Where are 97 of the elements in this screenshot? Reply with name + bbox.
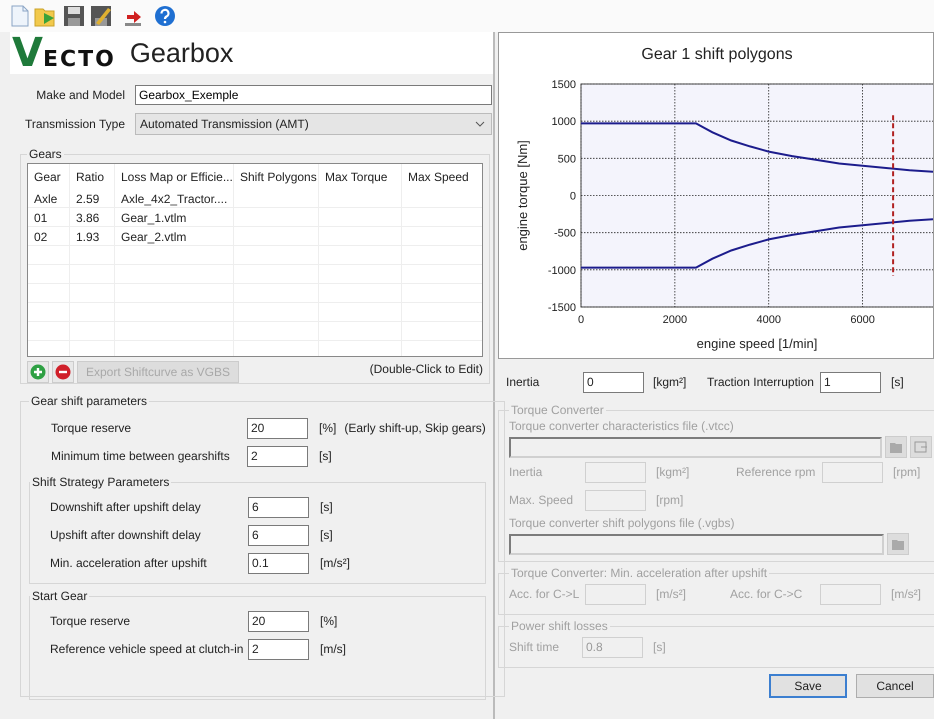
y-axis-label: engine torque [Nm] [515, 140, 530, 251]
group-title: Gears [28, 147, 63, 161]
transmission-type-dropdown[interactable]: Automated Transmission (AMT) [135, 113, 492, 135]
unit-label: [%] [320, 614, 338, 628]
field-label: Min. acceleration after upshift [50, 556, 208, 570]
group-title: Torque Converter: Min. acceleration after upshift [510, 566, 768, 580]
field-label: Inertia [506, 375, 540, 389]
table-cell: 02 [28, 227, 70, 245]
table-cell: 1.93 [70, 227, 115, 245]
table-cell: Axle_4x2_Tractor.... [115, 189, 234, 207]
hint-text: (Double-Click to Edit) [370, 362, 483, 376]
number-field[interactable]: 0.1 [248, 552, 309, 574]
add-button[interactable] [27, 361, 49, 383]
traction-interruption-field[interactable]: 1 [820, 372, 881, 392]
number-field[interactable]: 6 [248, 496, 309, 518]
table-cell: 3.86 [70, 208, 115, 226]
chart-title: Gear 1 shift polygons [641, 46, 793, 63]
field-label: Upshift after downshift delay [50, 528, 202, 542]
field-label: Minimum time between gearshifts [51, 449, 231, 463]
window-icon [914, 441, 928, 453]
chevron-down-icon [475, 121, 485, 127]
field-label: Shift time [509, 640, 560, 654]
table-cell: Axle [28, 189, 70, 207]
unit-label: [kgm²] [653, 375, 688, 389]
make-and-model-field[interactable]: Gearbox_Exemple [135, 85, 492, 105]
field-label: Transmission Type [24, 117, 126, 131]
help-button[interactable] [153, 4, 177, 28]
unit-label: [s] [320, 500, 333, 514]
unit-label: [s] [319, 449, 332, 463]
field-label: Max. Speed [509, 493, 574, 507]
column-header[interactable]: Loss Map or Efficie... [115, 164, 234, 189]
axis-tick-label: 0 [578, 314, 584, 326]
unit-label: [rpm] [656, 493, 684, 507]
new-file-button[interactable] [10, 4, 30, 28]
column-header[interactable]: Shift Polygons [234, 164, 319, 189]
table-cell: 2.59 [70, 189, 115, 207]
field-label: Make and Model [35, 88, 126, 102]
field-label: Acc. for C->L [509, 587, 580, 601]
number-field[interactable]: 6 [248, 524, 309, 546]
axis-tick-label: -500 [554, 228, 576, 240]
cancel-button[interactable]: Cancel [856, 674, 934, 698]
unit-label: [kgm²] [656, 465, 690, 479]
column-header[interactable]: Max Torque [319, 164, 402, 189]
table-cell: Gear_1.vtlm [115, 208, 234, 226]
number-field[interactable]: 2 [247, 446, 308, 466]
field-label: Torque converter shift polygons file (.vgbs) [509, 516, 736, 530]
number-field[interactable]: 2 [248, 638, 309, 660]
x-axis-label: engine speed [1/min] [696, 336, 818, 351]
field-label: Torque reserve [51, 421, 132, 435]
number-field[interactable]: 20 [248, 610, 309, 632]
group-title: Torque Converter [510, 403, 605, 417]
axis-tick-label: 1500 [552, 79, 576, 91]
column-header[interactable]: Max Speed [402, 164, 482, 189]
unit-label: [m/s²] [891, 587, 922, 601]
vecto-logo: VECTO [11, 34, 116, 72]
axis-tick-label: 500 [558, 153, 576, 166]
number-field[interactable]: 20 [247, 418, 308, 438]
group-title: Shift Strategy Parameters [31, 475, 170, 489]
group-title: Gear shift parameters [30, 394, 148, 408]
unit-label: [s] [653, 640, 667, 654]
axis-tick-label: -1000 [548, 264, 576, 277]
save-button[interactable] [62, 4, 86, 28]
axis-tick-label: -1500 [548, 302, 576, 314]
axis-tick-label: 6000 [850, 314, 875, 326]
group-title: Power shift losses [510, 619, 609, 633]
table-cell: 01 [28, 208, 70, 226]
inertia-field[interactable]: 0 [583, 372, 644, 392]
save-as-button[interactable] [89, 4, 113, 28]
note-text: (Early shift-up, Skip gears) [344, 421, 486, 435]
unit-label: [m/s²] [656, 587, 687, 601]
field-label: Acc. for C->C [730, 587, 804, 601]
axis-tick-label: 1000 [552, 116, 576, 128]
window-title: Gearbox [130, 38, 234, 68]
remove-button[interactable] [52, 361, 74, 383]
axis-tick-label: 2000 [662, 314, 688, 326]
column-header[interactable]: Ratio [70, 164, 115, 189]
field-label: Reference rpm [736, 465, 816, 479]
axis-tick-label: 4000 [756, 314, 781, 326]
unit-label: [m/s] [320, 642, 346, 656]
unit-label: [%] [319, 421, 336, 435]
field-label: Torque converter characteristics file (.vtcc) [509, 419, 735, 433]
save-button[interactable]: Save [769, 674, 847, 698]
field-label: Inertia [509, 465, 544, 479]
group-title: Start Gear [31, 589, 88, 603]
unit-label: [s] [891, 375, 904, 389]
folder-icon [889, 440, 903, 454]
unit-label: [s] [320, 528, 333, 542]
field-label: Traction Interruption [707, 375, 815, 389]
unit-label: [rpm] [893, 465, 922, 479]
field-label: Torque reserve [50, 614, 132, 628]
field-label: Downshift after upshift delay [50, 500, 202, 514]
axis-tick-label: 0 [570, 190, 576, 202]
folder-icon [891, 537, 905, 551]
unit-label: [m/s²] [320, 556, 350, 570]
column-header[interactable]: Gear [28, 164, 70, 189]
table-cell: Gear_2.vtlm [115, 227, 234, 245]
field-label: Reference vehicle speed at clutch-in [50, 642, 244, 656]
